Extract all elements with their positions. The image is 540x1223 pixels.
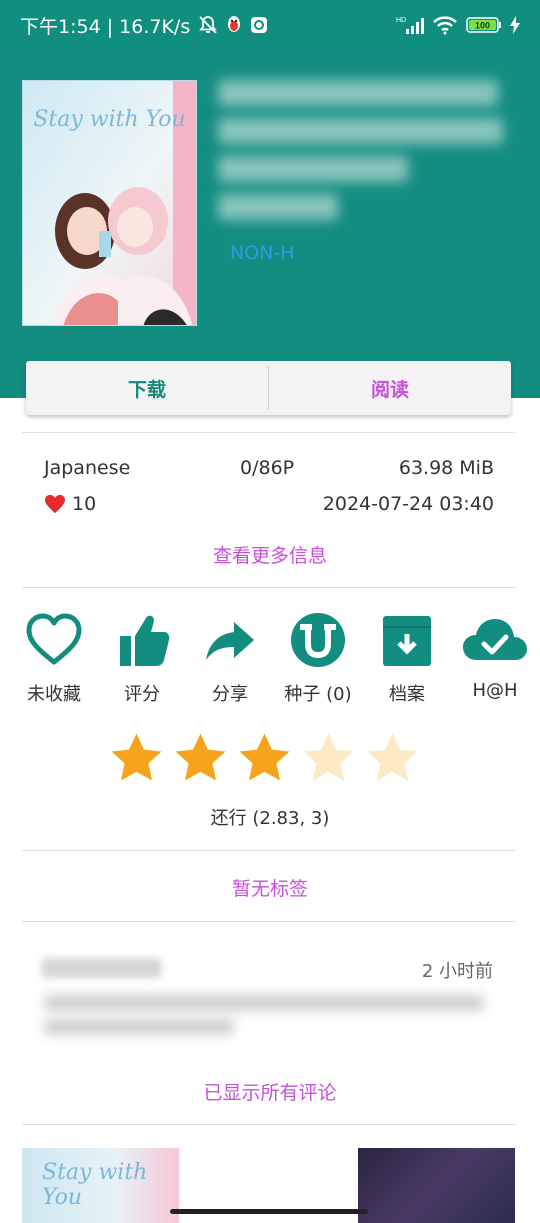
star-filled-icon[interactable] (172, 730, 229, 786)
gallery-cover[interactable]: Stay with You (22, 80, 197, 326)
qq-penguin-icon (226, 15, 242, 35)
preview-thumbnail[interactable] (358, 1148, 515, 1223)
share-label: 分享 (212, 684, 248, 705)
category-label[interactable]: NON-H (230, 242, 295, 264)
network-badge: HD (396, 17, 406, 24)
favorite-heart-icon (45, 494, 65, 514)
mute-bell-icon (198, 15, 218, 35)
read-button[interactable]: 阅读 (269, 361, 511, 415)
status-bar: 下午1:54 | 16.7K/s HD 100 (0, 0, 540, 50)
favorites-count: 10 (72, 493, 97, 515)
divider (22, 921, 515, 922)
cover-title: Stay with You (33, 107, 186, 132)
no-tags-label[interactable]: 暂无标签 (0, 874, 540, 901)
comment-time: 2 小时前 (421, 961, 493, 982)
star-filled-icon[interactable] (236, 730, 293, 786)
divider (22, 587, 515, 588)
star-filled-icon[interactable] (108, 730, 165, 786)
language-value: Japanese (44, 457, 131, 479)
size-value: 63.98 MiB (398, 457, 494, 479)
charging-icon (510, 16, 520, 34)
share-button[interactable]: 分享 (190, 612, 270, 706)
app-notification-icon (250, 16, 268, 34)
download-button[interactable]: 下载 (26, 361, 268, 415)
battery-icon: 100 (466, 16, 502, 34)
info-row-2: 10 2024-07-24 03:40 (44, 493, 494, 515)
divider (22, 432, 515, 433)
pages-value: 0/86P (240, 457, 295, 479)
rating-stars[interactable] (108, 730, 432, 786)
action-icon-row: 未收藏 评分 分享 种子 (0) 档案 H@H (0, 612, 540, 712)
action-card: 下载 阅读 (26, 361, 511, 415)
star-empty-icon[interactable] (300, 730, 357, 786)
signal-icon: HD (396, 15, 424, 35)
gallery-title-blurred (218, 70, 518, 225)
more-info-link[interactable]: 查看更多信息 (0, 541, 540, 568)
torrent-label: 种子 (0) (284, 684, 352, 705)
star-empty-icon[interactable] (364, 730, 421, 786)
torrent-button[interactable]: 种子 (0) (278, 612, 358, 706)
rating-text: 还行 (2.83, 3) (210, 808, 330, 829)
torrent-icon (291, 613, 345, 667)
posted-date: 2024-07-24 03:40 (322, 493, 494, 515)
wifi-icon (432, 15, 458, 35)
hath-label: H@H (472, 680, 518, 701)
divider (22, 850, 515, 851)
favorite-label: 未收藏 (27, 684, 81, 705)
archive-label: 档案 (389, 684, 425, 705)
rate-button[interactable]: 评分 (102, 612, 182, 706)
favorite-toggle[interactable]: 未收藏 (14, 612, 94, 706)
archive-button[interactable]: 档案 (367, 612, 447, 706)
status-time-speed: 下午1:54 | 16.7K/s (20, 15, 191, 38)
hath-button[interactable]: H@H (455, 612, 535, 701)
archive-icon (383, 616, 431, 666)
heart-outline-icon (26, 613, 82, 665)
home-indicator[interactable] (170, 1209, 368, 1214)
info-row-1: Japanese 0/86P 63.98 MiB (44, 457, 494, 479)
show-all-comments-link[interactable]: 已显示所有评论 (0, 1078, 540, 1105)
preview-thumbnail[interactable]: Stay with You (22, 1148, 179, 1223)
share-arrow-icon (206, 622, 254, 660)
rate-label: 评分 (124, 684, 160, 705)
thumbnail-cover-title: Stay with You (42, 1160, 148, 1210)
thumbs-up-icon (120, 615, 170, 666)
comment-author-blurred (42, 958, 162, 978)
battery-level: 100 (475, 21, 490, 31)
divider (22, 1124, 515, 1125)
comment-body-blurred[interactable] (44, 990, 492, 1050)
cloud-check-icon (463, 619, 527, 660)
